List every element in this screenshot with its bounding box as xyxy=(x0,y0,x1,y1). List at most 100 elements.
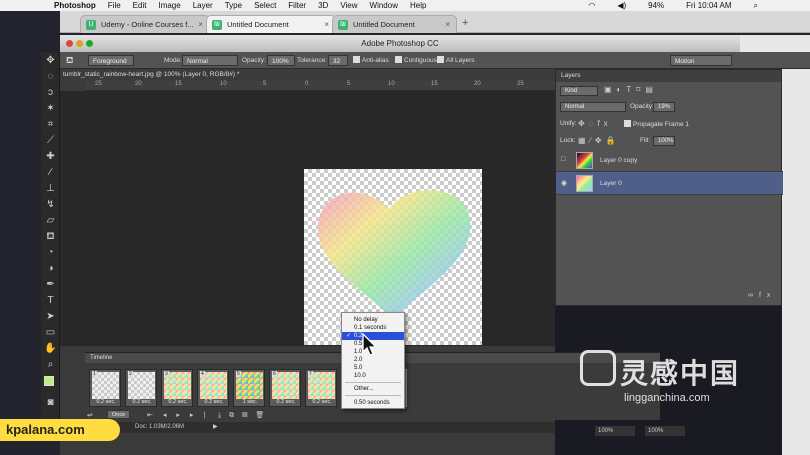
lasso-tool-icon[interactable]: ↄ xyxy=(44,86,57,99)
new-tab-button[interactable]: + xyxy=(462,17,468,29)
volume-icon[interactable]: ◀) xyxy=(617,1,626,10)
close-icon[interactable]: × xyxy=(324,20,329,29)
paint-bucket-tool-icon[interactable]: ⛾ xyxy=(44,230,57,243)
menu-select[interactable]: Select xyxy=(254,1,276,10)
marquee-tool-icon[interactable]: ◌ xyxy=(44,70,57,83)
layer-opacity-input[interactable]: 19% xyxy=(653,102,675,112)
loop-select[interactable]: Once xyxy=(107,410,131,419)
layer-filter-select[interactable]: Kind xyxy=(560,86,598,96)
wifi-icon[interactable]: ◠ xyxy=(588,1,595,10)
pen-tool-icon[interactable]: ✒ xyxy=(44,278,57,291)
menu-view[interactable]: View xyxy=(340,1,357,10)
menu-file[interactable]: File xyxy=(108,1,121,10)
all-layers-checkbox[interactable]: All Layers xyxy=(437,55,475,66)
delay-option[interactable]: 10.0 xyxy=(342,372,404,380)
lock-icons[interactable]: ▦∕✥🔒 xyxy=(578,136,620,145)
timeline-frame[interactable]: 5 1 sec. xyxy=(233,369,265,407)
frame-delay[interactable]: 0.2 sec. xyxy=(126,399,158,405)
propagate-checkbox[interactable]: Propagate Frame 1 xyxy=(624,120,689,128)
frame-delay[interactable]: 0.2 sec. xyxy=(270,399,302,405)
menu-filter[interactable]: Filter xyxy=(288,1,306,10)
quick-mask-icon[interactable]: ◙ xyxy=(44,396,57,409)
blend-mode-select[interactable]: Normal xyxy=(560,102,626,112)
frame-delay[interactable]: 0.2 sec. xyxy=(162,399,194,405)
timeline-frame[interactable]: 4 0.2 sec. xyxy=(197,369,229,407)
paint-bucket-icon[interactable]: ⛾ xyxy=(66,55,73,66)
fill-input[interactable]: 100% xyxy=(653,136,675,146)
document-tab[interactable]: tumblr_static_rainbow-heart.jpg @ 100% (… xyxy=(60,69,555,81)
contiguous-checkbox[interactable]: Contiguous xyxy=(395,55,437,66)
delay-option[interactable]: 0.1 seconds xyxy=(342,324,404,332)
hand-tool-icon[interactable]: ✋ xyxy=(44,342,57,355)
layer-row[interactable]: □ Layer 0 copy xyxy=(556,149,783,172)
menu-help[interactable]: Help xyxy=(410,1,426,10)
menu-image[interactable]: Image xyxy=(158,1,180,10)
rectangle-tool-icon[interactable]: ▭ xyxy=(44,326,57,339)
menu-layer[interactable]: Layer xyxy=(193,1,213,10)
workspace-select[interactable]: Motion xyxy=(670,55,732,66)
eraser-tool-icon[interactable]: ▱ xyxy=(44,214,57,227)
opacity-input[interactable]: 100% xyxy=(267,55,295,66)
delay-option[interactable]: 5.0 xyxy=(342,364,404,372)
zoom-tool-icon[interactable]: ⌕ xyxy=(44,358,57,371)
delay-option-other[interactable]: Other... xyxy=(342,385,404,393)
timeline-frame[interactable]: 1 0.2 sec. xyxy=(89,369,121,407)
antialias-checkbox[interactable]: Anti-alias xyxy=(353,55,389,66)
blur-tool-icon[interactable]: ◔ xyxy=(44,246,57,259)
menu-edit[interactable]: Edit xyxy=(133,1,147,10)
layer-footer-icons[interactable]: ∞fx xyxy=(748,292,776,299)
close-window-icon[interactable] xyxy=(66,40,73,47)
tab-untitled-active[interactable]: ₪ Untitled Document × xyxy=(206,15,336,33)
search-icon[interactable]: ⌕ xyxy=(754,1,758,11)
close-icon[interactable]: × xyxy=(198,20,203,29)
path-selection-tool-icon[interactable]: ➤ xyxy=(44,310,57,323)
playback-buttons[interactable]: ⇤◂▸▸| xyxy=(147,411,215,419)
stamp-tool-icon[interactable]: ⊥ xyxy=(44,182,57,195)
healing-tool-icon[interactable]: ✚ xyxy=(44,150,57,163)
clock[interactable]: Fri 10:04 AM xyxy=(686,1,731,10)
status-arrow-icon[interactable]: ▶ xyxy=(213,422,218,433)
magic-wand-tool-icon[interactable]: ✶ xyxy=(44,102,57,115)
frame-delay[interactable]: 0.2 sec. xyxy=(198,399,230,405)
mode-select[interactable]: Normal xyxy=(182,55,238,66)
eyedropper-tool-icon[interactable]: ⟋ xyxy=(44,134,57,147)
eye-icon[interactable]: ◉ xyxy=(561,179,571,188)
frame-delay[interactable]: 0.2 sec. xyxy=(306,399,338,405)
unify-icons[interactable]: ✥◌fx xyxy=(578,119,612,128)
delay-option[interactable]: 2.0 xyxy=(342,356,404,364)
timeline-frame[interactable]: 6 0.2 sec. xyxy=(269,369,301,407)
zoom-window-icon[interactable] xyxy=(86,40,93,47)
frame-action-buttons[interactable]: ⤓⧉▤🗑 xyxy=(218,411,272,420)
dodge-tool-icon[interactable]: ◑ xyxy=(44,262,57,275)
frame-delay[interactable]: 1 sec. xyxy=(234,399,266,405)
timeline-frame[interactable]: 7 0.2 sec. xyxy=(305,369,337,407)
menu-3d[interactable]: 3D xyxy=(318,1,328,10)
layer-row-selected[interactable]: ◉ Layer 0 xyxy=(556,172,783,195)
menu-window[interactable]: Window xyxy=(370,1,398,10)
layer-name[interactable]: Layer 0 xyxy=(600,180,622,187)
timeline-frame[interactable]: 2 0.2 sec. xyxy=(125,369,157,407)
type-tool-icon[interactable]: T xyxy=(44,294,57,307)
delay-option-current[interactable]: 0.50 seconds xyxy=(342,399,404,407)
foreground-color-swatch[interactable] xyxy=(44,376,54,386)
brush-tool-icon[interactable]: ∕ xyxy=(44,166,57,179)
tab-udemy[interactable]: U Udemy - Online Courses f... × xyxy=(80,15,210,33)
tolerance-input[interactable]: 32 xyxy=(328,55,348,66)
close-icon[interactable]: × xyxy=(445,20,450,29)
crop-tool-icon[interactable]: ⌗ xyxy=(44,118,57,131)
fill-source-select[interactable]: Foreground xyxy=(88,55,134,66)
frame-delay[interactable]: 0.2 sec. xyxy=(90,399,122,405)
menu-app-name[interactable]: Photoshop xyxy=(54,1,96,10)
minimize-window-icon[interactable] xyxy=(76,40,83,47)
delay-option[interactable]: No delay xyxy=(342,316,404,324)
tab-untitled[interactable]: ₪ Untitled Document × xyxy=(332,15,457,33)
layer-filter-icons[interactable]: ▣◐T⌑▤ xyxy=(604,85,658,94)
move-tool-icon[interactable]: ✥ xyxy=(44,54,57,67)
convert-icon[interactable]: ⇌ xyxy=(87,411,93,419)
visibility-toggle[interactable]: □ xyxy=(561,156,571,165)
battery-percent[interactable]: 94% xyxy=(648,1,664,10)
menu-type[interactable]: Type xyxy=(225,1,242,10)
history-brush-tool-icon[interactable]: ↯ xyxy=(44,198,57,211)
timeline-frame[interactable]: 3 0.2 sec. xyxy=(161,369,193,407)
layer-name[interactable]: Layer 0 copy xyxy=(600,157,637,164)
